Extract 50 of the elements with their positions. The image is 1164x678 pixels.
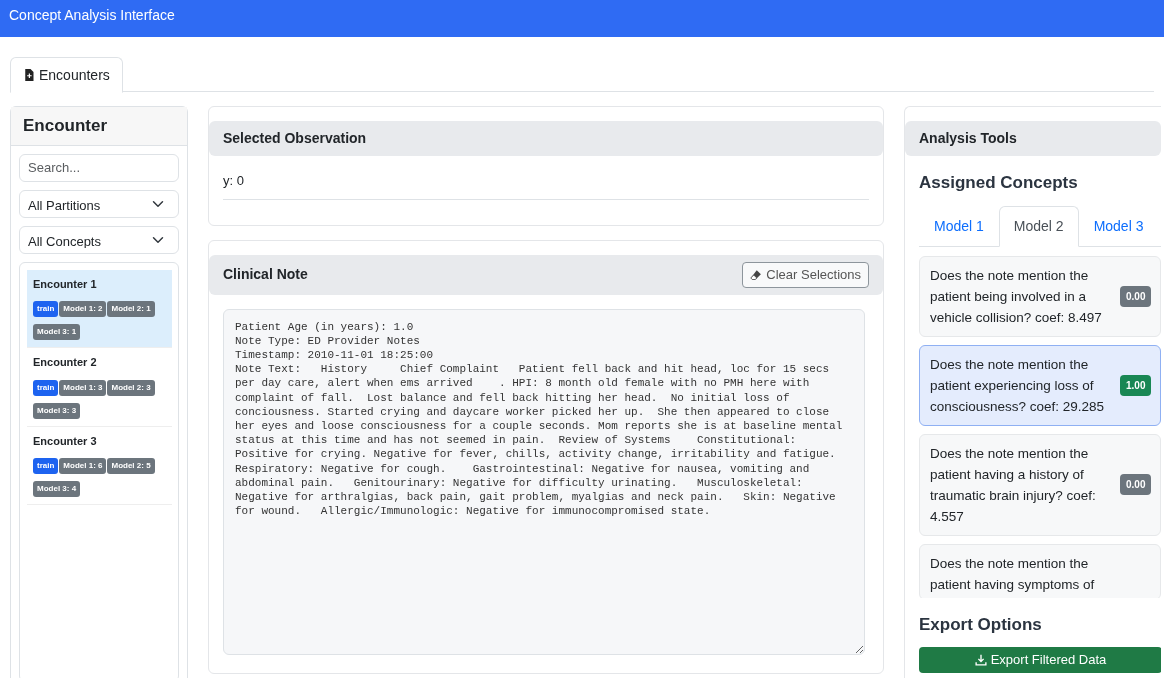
score-tag: 0.00 <box>1120 474 1152 495</box>
model-tab[interactable]: Model 2 <box>998 205 1079 247</box>
app-title: Concept Analysis Interface <box>0 0 1164 37</box>
concept-item[interactable]: Does the note mention the patient being involved in a vehicle collision? coef: 8.497 0.00 <box>919 255 1161 337</box>
model-count-tag: Model 1: 2 <box>59 301 107 317</box>
partition-tag: train <box>33 379 59 396</box>
section-heading: Export Options <box>919 613 1043 636</box>
file-plus-icon <box>23 69 35 81</box>
encounter-item[interactable]: Encounter 3 train Model 1: 6 Model 2: 5 Model 3: 4 <box>27 426 172 505</box>
concept-text: Does the note mention the patient having a history of traumatic brain injury? coef: 4.557 <box>930 444 1097 526</box>
model-tab[interactable]: Model 3 <box>1078 205 1159 247</box>
score-tag: 1.00 <box>1120 374 1152 396</box>
encounter-name: Encounter 3 <box>33 433 98 449</box>
concept-item[interactable]: Does the note mention the patient experiencing loss of consciousness? coef: 29.285 1.00 <box>919 344 1161 426</box>
model-tab[interactable]: Model 1 <box>919 205 999 247</box>
encounter-item[interactable]: Encounter 1 train Model 1: 2 Model 2: 1 Model 3: 1 <box>27 269 172 348</box>
filter-dropdown[interactable]: All Concepts <box>19 225 179 254</box>
clinical-note-text[interactable]: Patient Age (in years): 1.0 Note Type: ED Provider Notes Timestamp: 2010-11-01 18:25:00 Note Text: History Chief Complaint Patient fell back and hit head, loc for 15 secs per day care, alert when ems arrived . HPI: 8 month old female with no PMH here with complaint of fall. Lost balance and fell back hitting her head. No initial loss of conciousness. Started crying and daycare worker picked her up. She then appeared to close her eyes and loose consciousness for a couple seconds. Mom reports she is at baseline mental status at this time and has not seemed in pain. Review of Systems Constitutional: Positive for crying. Negative for fever, chills, activity change, irritability and fatigue. Respiratory: Negative for cough. Gastrointestinal: Negative for nausea, vomiting and abdominal pain. Genitourinary: Negative for difficulty urinating. Musculoskeletal: Negative for arthralgias, back pain, gait problem, myalgias and neck pain. Skin: Negative for wound. Allergic/Immunologic: Negative for immunocompromised state. <box>223 308 865 655</box>
concept-text: Does the note mention the patient experiencing loss of consciousness? coef: 29.285 <box>930 355 1106 416</box>
score-tag: 0.00 <box>1120 285 1152 307</box>
concept-item[interactable]: Does the note mention the patient having symptoms of <box>919 543 1161 598</box>
concept-text: Does the note mention the patient being involved in a vehicle collision? coef: 8.497 <box>930 266 1103 327</box>
panel-title: Selected Observation <box>209 121 883 156</box>
model-count-tag: Model 2: 5 <box>107 458 155 474</box>
model-count-tag: Model 3: 1 <box>33 324 81 340</box>
section-heading: Assigned Concepts <box>919 172 1079 194</box>
observation-value: y: 0 <box>223 171 869 200</box>
model-count-tag: Model 3: 4 <box>33 481 81 497</box>
search-field[interactable]: Search... <box>19 153 179 182</box>
model-count-tag: Model 1: 6 <box>59 458 107 474</box>
encounter-name: Encounter 1 <box>33 276 98 292</box>
model-count-tag: Model 3: 3 <box>33 402 81 419</box>
tab[interactable]: Encounters <box>10 57 123 93</box>
concept-text: Does the note mention the patient having symptoms of <box>930 554 1096 594</box>
model-count-tag: Model 1: 3 <box>59 379 107 396</box>
filter-dropdown[interactable]: All Partitions <box>19 189 179 218</box>
concept-item[interactable]: Does the note mention the patient having a history of traumatic brain injury? coef: 4.557 0.00 <box>919 433 1161 536</box>
sidebar-title: Encounter <box>11 107 187 146</box>
clear-selections-button[interactable]: Clear Selections <box>742 262 869 288</box>
model-count-tag: Model 2: 1 <box>107 301 155 317</box>
panel-title: Analysis Tools <box>905 121 1161 156</box>
partition-tag: train <box>33 301 59 317</box>
panel-title: Clinical Note <box>223 265 308 285</box>
model-count-tag: Model 2: 3 <box>107 379 155 396</box>
eraser-icon <box>750 268 763 281</box>
encounter-item[interactable]: Encounter 2 train Model 1: 3 Model 2: 3 Model 3: 3 <box>27 348 172 427</box>
download-icon <box>974 654 987 666</box>
export-button[interactable]: Export Filtered Data <box>919 647 1161 673</box>
encounter-name: Encounter 2 <box>33 355 98 370</box>
partition-tag: train <box>33 458 59 474</box>
